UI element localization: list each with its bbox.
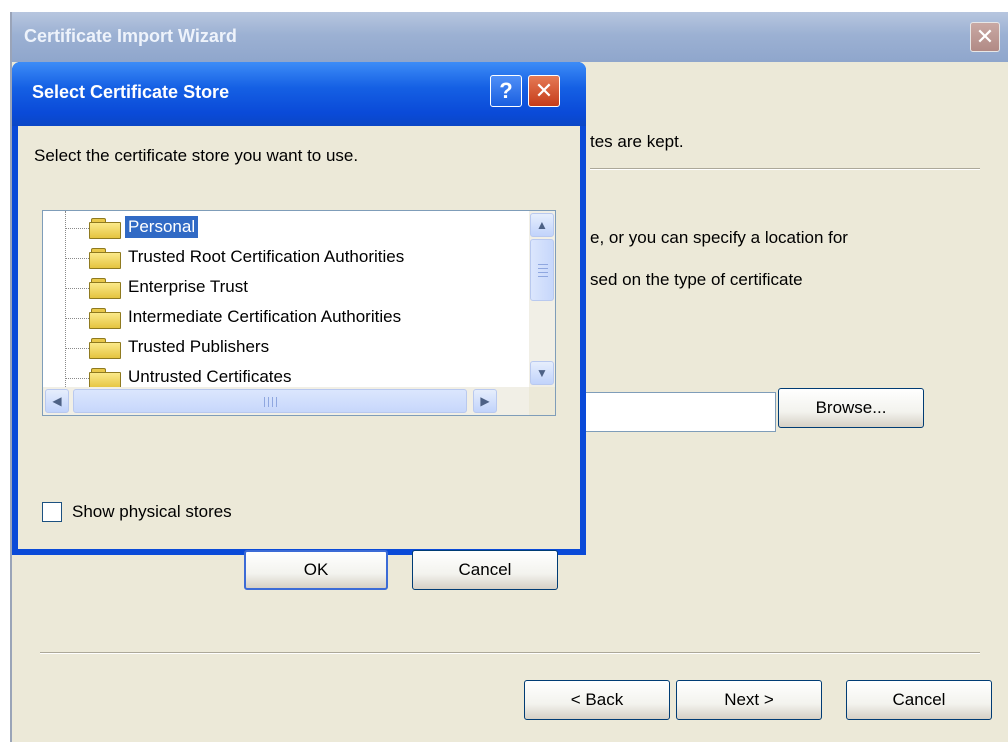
wizard-cancel-button[interactable]: Cancel (846, 680, 992, 720)
tree-item-label: Trusted Publishers (128, 337, 270, 356)
tree-item-intermediate[interactable]: Intermediate Certification Authorities (43, 303, 529, 333)
horizontal-scroll-thumb[interactable] (73, 389, 467, 413)
wizard-title-bar[interactable]: Certificate Import Wizard ✕ (12, 12, 1008, 62)
dialog-instruction: Select the certificate store you want to… (34, 146, 359, 165)
wizard-title: Certificate Import Wizard (24, 26, 237, 46)
tree-item-untrusted[interactable]: Untrusted Certificates (43, 363, 529, 387)
dialog-cancel-button[interactable]: Cancel (412, 550, 558, 590)
wizard-footer-divider (40, 652, 980, 654)
browse-button[interactable]: Browse... (778, 388, 924, 428)
wizard-instruction-line-2: sed on the type of certificate (590, 270, 803, 289)
scroll-left-icon[interactable]: ◀ (45, 389, 69, 413)
dialog-title: Select Certificate Store (32, 82, 230, 102)
wizard-instruction-line-1: e, or you can specify a location for (590, 228, 848, 247)
certificate-store-field[interactable] (572, 392, 776, 432)
folder-icon (89, 278, 121, 299)
select-certificate-store-dialog: Select Certificate Store ? ✕ Select the … (12, 62, 586, 590)
tree-item-label: Personal (125, 216, 199, 238)
folder-icon (89, 248, 121, 269)
wizard-close-icon[interactable]: ✕ (970, 22, 1000, 52)
folder-icon (89, 218, 121, 239)
scroll-right-icon[interactable]: ▶ (473, 389, 497, 413)
tree-item-label: Enterprise Trust (128, 277, 248, 296)
certificate-store-tree[interactable]: Personal Trusted Root Certification Auth… (42, 210, 556, 416)
wizard-header-divider (590, 168, 980, 170)
next-button[interactable]: Next > (676, 680, 822, 720)
folder-icon (89, 308, 121, 329)
tree-item-enterprise-trust[interactable]: Enterprise Trust (43, 273, 529, 303)
scroll-down-icon[interactable]: ▼ (530, 361, 554, 385)
dialog-close-icon[interactable]: ✕ (528, 75, 560, 107)
horizontal-scrollbar[interactable]: ◀ ▶ (43, 387, 529, 415)
dialog-body: Select the certificate store you want to… (18, 126, 580, 590)
tree-item-trusted-publishers[interactable]: Trusted Publishers (43, 333, 529, 363)
dialog-title-bar[interactable]: Select Certificate Store ? ✕ (12, 62, 586, 126)
tree-item-label: Untrusted Certificates (128, 367, 292, 386)
tree-viewport: Personal Trusted Root Certification Auth… (43, 211, 529, 387)
tree-item-label: Trusted Root Certification Authorities (128, 247, 405, 266)
show-physical-stores-label[interactable]: Show physical stores (72, 502, 232, 522)
folder-icon (89, 368, 121, 387)
tree-item-trusted-root[interactable]: Trusted Root Certification Authorities (43, 243, 529, 273)
back-button[interactable]: < Back (524, 680, 670, 720)
vertical-scrollbar[interactable]: ▲ ▼ (529, 211, 555, 387)
help-icon[interactable]: ? (490, 75, 522, 107)
ok-button[interactable]: OK (244, 550, 388, 590)
tree-item-label: Intermediate Certification Authorities (128, 307, 402, 326)
scroll-up-icon[interactable]: ▲ (530, 213, 554, 237)
vertical-scroll-thumb[interactable] (530, 239, 554, 301)
tree-item-personal[interactable]: Personal (43, 213, 529, 243)
folder-icon (89, 338, 121, 359)
show-physical-stores-checkbox[interactable] (42, 502, 62, 522)
scrollbar-corner (529, 387, 555, 415)
wizard-description-text: tes are kept. (590, 132, 684, 151)
